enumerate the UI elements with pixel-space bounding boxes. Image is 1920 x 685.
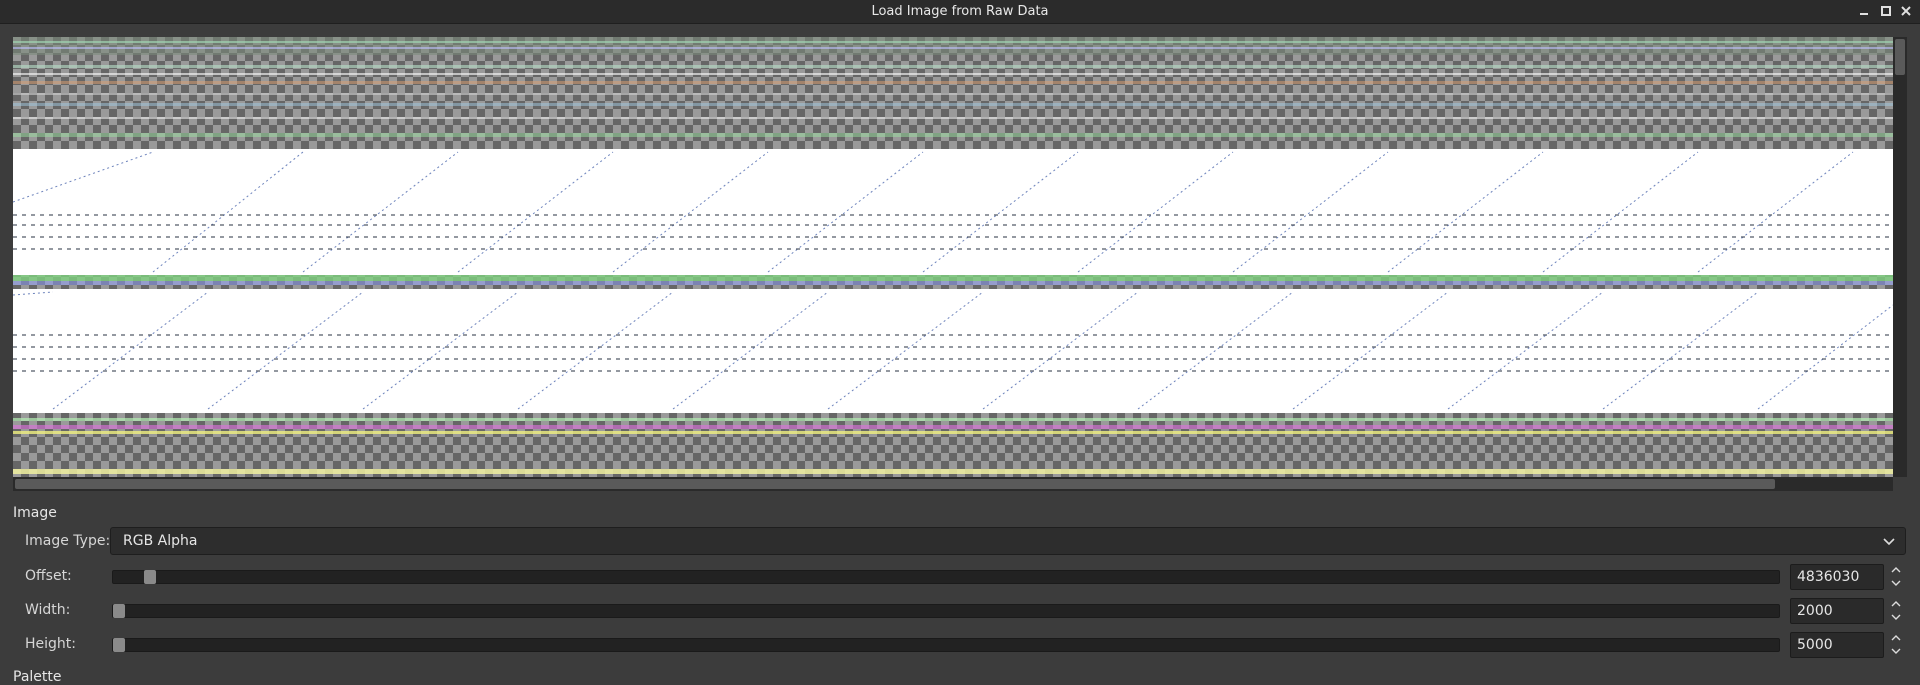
chevron-up-icon[interactable] [1890,632,1902,644]
chevron-down-icon[interactable] [1890,611,1902,623]
horizontal-scroll-thumb[interactable] [15,479,1775,489]
chevron-up-icon[interactable] [1890,564,1902,576]
height-slider-thumb[interactable] [113,638,125,652]
height-spinbox[interactable]: 5000 [1790,632,1884,658]
width-value: 2000 [1797,603,1833,619]
height-stepper[interactable] [1888,632,1904,658]
palette-section-heading: Palette [13,669,62,685]
width-stepper[interactable] [1888,598,1904,624]
close-icon[interactable] [1898,3,1914,19]
chevron-up-icon[interactable] [1890,598,1902,610]
offset-stepper[interactable] [1888,564,1904,590]
chevron-down-icon[interactable] [1890,645,1902,657]
offset-label: Offset: [25,568,72,584]
title-bar: Load Image from Raw Data [0,0,1920,24]
width-label: Width: [25,602,71,618]
maximize-icon[interactable] [1878,3,1894,19]
preview-horizontal-scrollbar[interactable] [13,477,1893,491]
vertical-scroll-thumb[interactable] [1895,39,1905,75]
offset-slider-thumb[interactable] [144,570,156,584]
width-spinbox[interactable]: 2000 [1790,598,1884,624]
offset-slider[interactable] [112,570,1780,584]
window-title: Load Image from Raw Data [871,4,1049,19]
width-slider[interactable] [112,604,1780,618]
raw-data-render [13,37,1893,474]
height-label: Height: [25,636,76,652]
image-section-heading: Image [13,505,57,521]
image-type-combo[interactable]: RGB Alpha [110,527,1906,555]
image-type-value: RGB Alpha [123,533,198,549]
width-slider-thumb[interactable] [113,604,125,618]
offset-spinbox[interactable]: 4836030 [1790,564,1884,590]
height-slider[interactable] [112,638,1780,652]
preview-vertical-scrollbar[interactable] [1893,37,1907,477]
height-value: 5000 [1797,637,1833,653]
image-type-label: Image Type: [25,533,111,549]
offset-value: 4836030 [1797,569,1860,585]
chevron-down-icon [1881,533,1897,549]
raw-image-preview [13,37,1893,477]
minimize-icon[interactable] [1856,3,1872,19]
chevron-down-icon[interactable] [1890,577,1902,589]
